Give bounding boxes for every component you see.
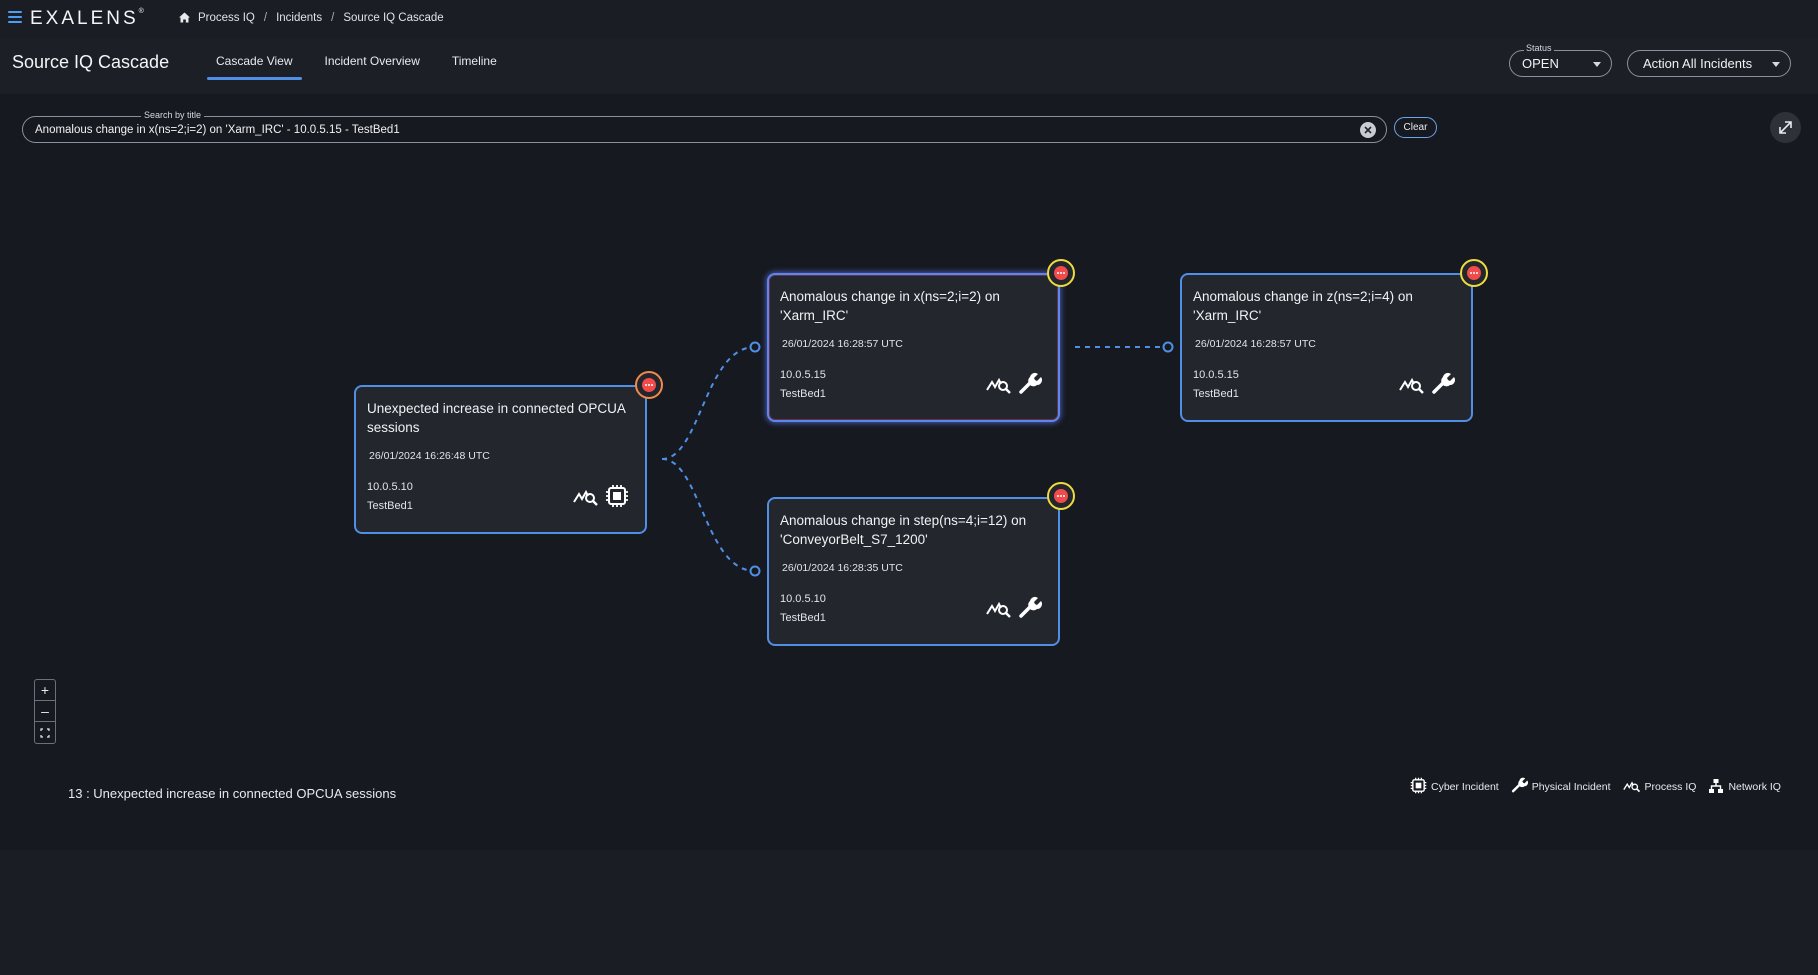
fit-view-icon[interactable]	[35, 722, 55, 743]
node-testbed: TestBed1	[780, 388, 826, 400]
breadcrumb-separator: /	[331, 11, 335, 24]
node-status-badge[interactable]	[1047, 259, 1075, 287]
node-title: Anomalous change in step(ns=4;i=12) on '…	[780, 513, 1027, 547]
status-select-label: Status	[1524, 43, 1554, 53]
node-ip: 10.0.5.15	[780, 369, 826, 381]
tab-cascade-view[interactable]: Cascade View	[207, 38, 302, 80]
node-timestamp: 26/01/2024 16:28:57 UTC	[1195, 338, 1316, 350]
status-select-value: OPEN	[1522, 56, 1559, 71]
page-title: Source IQ Cascade	[12, 52, 170, 72]
node-testbed: TestBed1	[1193, 388, 1239, 400]
zoom-in-button[interactable]: +	[35, 680, 55, 701]
process-iq-icon	[1399, 373, 1425, 400]
cyber-incident-icon	[605, 484, 629, 513]
breadcrumb-process-iq[interactable]: Process IQ	[198, 12, 255, 24]
fullscreen-icon[interactable]	[1770, 112, 1801, 143]
clear-button[interactable]: Clear	[1394, 117, 1437, 138]
network-iq-icon	[1708, 778, 1728, 797]
node-status-badge[interactable]	[635, 371, 663, 399]
node-ip: 10.0.5.15	[1193, 369, 1239, 381]
node-title: Unexpected increase in connected OPCUA s…	[367, 401, 626, 435]
node-testbed: TestBed1	[367, 500, 413, 512]
process-iq-icon	[986, 597, 1012, 624]
breadcrumb-separator: /	[263, 11, 268, 24]
selected-incident-status: 13 : Unexpected increase in connected OP…	[68, 786, 397, 801]
action-all-incidents-select[interactable]: Action All Incidents	[1627, 50, 1791, 77]
chevron-down-icon	[1593, 62, 1601, 67]
brand-logo[interactable]: EXALENS®	[30, 8, 144, 30]
action-select-value: Action All Incidents	[1643, 56, 1753, 71]
legend-label: Network IQ	[1728, 781, 1781, 793]
edge-handle	[749, 341, 761, 353]
physical-incident-icon	[1511, 777, 1532, 797]
incident-node-z-xarm[interactable]: Anomalous change in z(ns=2;i=4) on 'Xarm…	[1180, 273, 1473, 422]
zoom-out-button[interactable]: –	[35, 701, 55, 722]
incident-type-legend: Cyber Incident Physical Incident Process…	[1410, 777, 1793, 797]
breadcrumb-incidents[interactable]: Incidents	[276, 12, 322, 24]
edge-n1-n4	[661, 458, 756, 572]
hamburger-menu-icon[interactable]	[8, 11, 22, 25]
edge-handle	[749, 565, 761, 577]
legend-label: Process IQ	[1644, 781, 1697, 793]
legend-network-iq: Network IQ	[1708, 778, 1781, 797]
node-status-badge[interactable]	[1460, 259, 1488, 287]
node-ip: 10.0.5.10	[367, 481, 413, 493]
status-select[interactable]: Status OPEN	[1509, 43, 1612, 77]
zoom-controls: + –	[34, 679, 56, 744]
clear-search-icon[interactable]	[1360, 122, 1376, 138]
node-timestamp: 26/01/2024 16:26:48 UTC	[369, 450, 490, 462]
tab-incident-overview[interactable]: Incident Overview	[316, 38, 429, 74]
process-iq-icon	[986, 373, 1012, 400]
physical-incident-icon	[1018, 596, 1042, 625]
page-footer-area	[0, 850, 1818, 975]
cascade-canvas[interactable]: Unexpected increase in connected OPCUA s…	[0, 150, 1818, 850]
breadcrumb: Process IQ / Incidents / Source IQ Casca…	[178, 11, 444, 24]
chevron-down-icon	[1772, 62, 1780, 67]
incident-node-opcua-sessions[interactable]: Unexpected increase in connected OPCUA s…	[354, 385, 647, 534]
legend-cyber-incident: Cyber Incident	[1410, 777, 1499, 797]
physical-incident-icon	[1431, 372, 1455, 401]
node-ip: 10.0.5.10	[780, 593, 826, 605]
search-by-title-field[interactable]: Search by title	[22, 110, 1387, 143]
legend-process-iq: Process IQ	[1622, 778, 1697, 796]
search-label: Search by title	[141, 110, 205, 120]
edge-handle	[1162, 341, 1174, 353]
incident-node-step-conveyor[interactable]: Anomalous change in step(ns=4;i=12) on '…	[767, 497, 1060, 646]
legend-label: Cyber Incident	[1431, 781, 1499, 793]
search-input[interactable]	[35, 121, 1345, 138]
cyber-incident-icon	[1410, 777, 1431, 797]
tab-timeline[interactable]: Timeline	[443, 38, 506, 74]
edge-n1-n2	[661, 346, 756, 460]
incident-node-x-xarm[interactable]: Anomalous change in x(ns=2;i=2) on 'Xarm…	[767, 273, 1060, 422]
physical-incident-icon	[1018, 372, 1042, 401]
node-title: Anomalous change in x(ns=2;i=2) on 'Xarm…	[780, 289, 1000, 323]
node-title: Anomalous change in z(ns=2;i=4) on 'Xarm…	[1193, 289, 1413, 323]
node-testbed: TestBed1	[780, 612, 826, 624]
process-iq-icon	[1622, 778, 1645, 796]
cascade-edges	[661, 341, 1174, 577]
legend-physical-incident: Physical Incident	[1511, 777, 1611, 797]
node-status-badge[interactable]	[1047, 482, 1075, 510]
breadcrumb-source-iq-cascade[interactable]: Source IQ Cascade	[343, 12, 443, 24]
view-tabs: Cascade View Incident Overview Timeline	[207, 38, 520, 94]
process-iq-icon	[573, 485, 599, 512]
page-header: Source IQ Cascade Cascade View Incident …	[0, 38, 1818, 94]
node-timestamp: 26/01/2024 16:28:57 UTC	[782, 338, 903, 350]
app-bar: EXALENS® Process IQ / Incidents / Source…	[0, 0, 1818, 38]
node-timestamp: 26/01/2024 16:28:35 UTC	[782, 562, 903, 574]
legend-label: Physical Incident	[1531, 781, 1611, 793]
home-icon[interactable]	[178, 11, 191, 24]
